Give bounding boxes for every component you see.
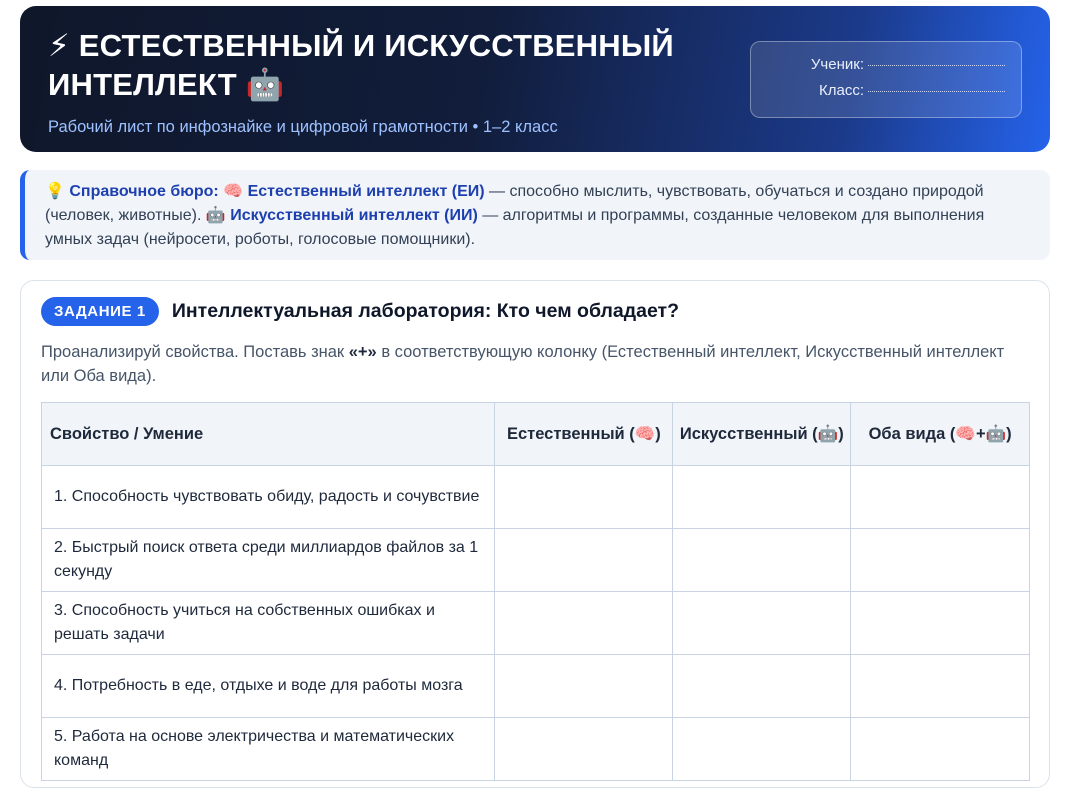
reference-box: 💡 Справочное бюро: 🧠 Естественный интелл… bbox=[20, 170, 1050, 260]
table-row: 1. Способность чувствовать обиду, радост… bbox=[40, 465, 1030, 529]
student-info-box: Ученик: Класс: bbox=[750, 41, 1022, 118]
property-cell: 4. Потребность в еде, отдыхе и воде для … bbox=[40, 654, 496, 718]
plus-sign-mark: «+» bbox=[348, 343, 377, 361]
column-header-artificial: Искусственный (🤖) bbox=[672, 402, 852, 466]
answer-cell-natural[interactable] bbox=[494, 591, 674, 655]
property-cell: 5. Работа на основе электричества и мате… bbox=[40, 717, 496, 781]
table-header-row: Свойство / Умение Естественный (🧠) Искус… bbox=[40, 402, 1030, 466]
answer-cell-both[interactable] bbox=[850, 717, 1030, 781]
reference-label: Справочное бюро: bbox=[69, 183, 219, 200]
answer-cell-both[interactable] bbox=[850, 465, 1030, 529]
answer-cell-artificial[interactable] bbox=[672, 465, 852, 529]
column-header-natural: Естественный (🧠) bbox=[494, 402, 674, 466]
robot-icon: 🤖 bbox=[205, 207, 226, 224]
answer-cell-both[interactable] bbox=[850, 528, 1030, 592]
table-row: 4. Потребность в еде, отдыхе и воде для … bbox=[40, 654, 1030, 718]
table-row: 3. Способность учиться на собственных ош… bbox=[40, 591, 1030, 655]
student-name-label: Ученик: bbox=[810, 56, 864, 73]
lightbulb-icon: 💡 bbox=[45, 183, 65, 200]
task-title: Интеллектуальная лаборатория: Кто чем об… bbox=[171, 300, 680, 322]
properties-table: Свойство / Умение Естественный (🧠) Искус… bbox=[40, 402, 1030, 781]
property-cell: 2. Быстрый поиск ответа среди миллиардов… bbox=[40, 528, 496, 592]
property-cell: 1. Способность чувствовать обиду, радост… bbox=[40, 465, 496, 529]
column-header-property: Свойство / Умение bbox=[40, 402, 496, 466]
student-name-field[interactable] bbox=[868, 65, 1005, 66]
student-class-label: Класс: bbox=[819, 82, 864, 99]
answer-cell-natural[interactable] bbox=[494, 465, 674, 529]
answer-cell-natural[interactable] bbox=[494, 528, 674, 592]
natural-intelligence-term: Естественный интеллект (ЕИ) bbox=[247, 183, 485, 200]
property-cell: 3. Способность учиться на собственных ош… bbox=[40, 591, 496, 655]
answer-cell-both[interactable] bbox=[850, 654, 1030, 718]
worksheet-header: ⚡ ЕСТЕСТВЕННЫЙ И ИСКУССТВЕННЫЙ ИНТЕЛЛЕКТ… bbox=[20, 6, 1050, 152]
table-row: 2. Быстрый поиск ответа среди миллиардов… bbox=[40, 528, 1030, 592]
artificial-intelligence-term: Искусственный интеллект (ИИ) bbox=[230, 207, 478, 224]
answer-cell-natural[interactable] bbox=[494, 717, 674, 781]
brain-icon: 🧠 bbox=[223, 183, 244, 200]
task-instructions: Проанализируй свойства. Поставь знак «+»… bbox=[41, 340, 1021, 388]
answer-cell-artificial[interactable] bbox=[672, 591, 852, 655]
table-row: 5. Работа на основе электричества и мате… bbox=[40, 717, 1030, 781]
answer-cell-artificial[interactable] bbox=[672, 717, 852, 781]
student-class-field[interactable] bbox=[868, 91, 1005, 92]
page-title: ⚡ ЕСТЕСТВЕННЫЙ И ИСКУССТВЕННЫЙ ИНТЕЛЛЕКТ… bbox=[48, 28, 674, 102]
page-subtitle: Рабочий лист по инфознайке и цифровой гр… bbox=[48, 118, 558, 136]
column-header-both: Оба вида (🧠+🤖) bbox=[850, 402, 1030, 466]
student-class-row: Класс: bbox=[751, 82, 1005, 108]
task-card: ЗАДАНИЕ 1 Интеллектуальная лаборатория: … bbox=[20, 280, 1050, 788]
answer-cell-both[interactable] bbox=[850, 591, 1030, 655]
answer-cell-artificial[interactable] bbox=[672, 654, 852, 718]
task-heading: ЗАДАНИЕ 1 Интеллектуальная лаборатория: … bbox=[41, 297, 1029, 326]
answer-cell-natural[interactable] bbox=[494, 654, 674, 718]
task-badge: ЗАДАНИЕ 1 bbox=[41, 297, 159, 326]
task-instructions-start: Проанализируй свойства. Поставь знак bbox=[41, 343, 349, 361]
student-name-row: Ученик: bbox=[751, 56, 1005, 82]
answer-cell-artificial[interactable] bbox=[672, 528, 852, 592]
